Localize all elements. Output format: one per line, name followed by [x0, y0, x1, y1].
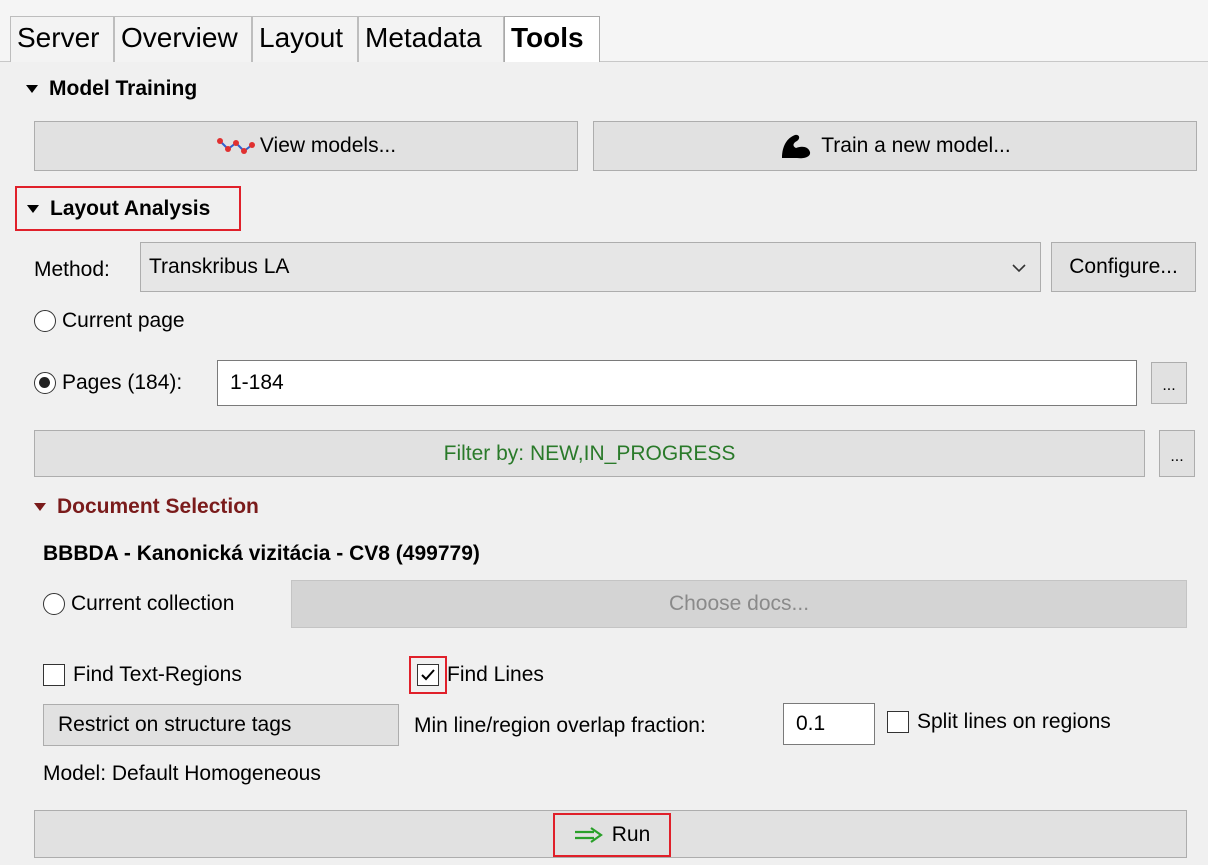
- current-collection-label: Current collection: [71, 592, 235, 615]
- tab-server[interactable]: Server: [10, 16, 114, 62]
- run-button[interactable]: Run: [553, 813, 671, 857]
- find-lines-option[interactable]: Find Lines: [417, 661, 544, 689]
- method-select[interactable]: Transkribus LA: [140, 242, 1041, 292]
- split-lines-label: Split lines on regions: [917, 710, 1111, 733]
- filter-more-label: ...: [1170, 448, 1184, 465]
- tab-overview[interactable]: Overview: [114, 16, 252, 62]
- current-collection-option[interactable]: Current collection: [43, 590, 234, 618]
- layout-analysis-title: Layout Analysis: [50, 196, 211, 220]
- checkmark-icon: [421, 669, 435, 681]
- find-text-regions-label: Find Text-Regions: [73, 663, 242, 686]
- restrict-structure-tags-button[interactable]: Restrict on structure tags: [43, 704, 399, 746]
- collapse-triangle-icon: [27, 204, 39, 213]
- collapse-triangle-icon: [34, 503, 46, 511]
- document-selection-title: Document Selection: [57, 495, 259, 518]
- method-select-value: Transkribus LA: [149, 255, 290, 278]
- layout-analysis-header[interactable]: Layout Analysis: [15, 186, 241, 231]
- pages-input[interactable]: 1-184: [217, 360, 1137, 406]
- find-lines-checkbox[interactable]: [417, 664, 439, 686]
- find-text-regions-checkbox[interactable]: [43, 664, 65, 686]
- model-label: Model: Default Homogeneous: [43, 762, 321, 785]
- overlap-input-value: 0.1: [796, 712, 826, 735]
- filter-button[interactable]: Filter by: NEW,IN_PROGRESS: [34, 430, 1145, 477]
- tab-tools[interactable]: Tools: [504, 16, 600, 62]
- network-graph-icon: [216, 138, 255, 154]
- find-lines-label: Find Lines: [447, 663, 544, 686]
- train-new-model-label: Train a new model...: [821, 134, 1011, 157]
- collapse-triangle-icon: [26, 85, 38, 93]
- train-new-model-button[interactable]: Train a new model...: [593, 121, 1197, 171]
- view-models-button[interactable]: View models...: [34, 121, 578, 171]
- document-selection-header[interactable]: Document Selection: [34, 492, 259, 522]
- overlap-input[interactable]: 0.1: [783, 703, 875, 745]
- document-title: BBBDA - Kanonická vizitácia - CV8 (49977…: [43, 542, 480, 565]
- find-text-regions-option[interactable]: Find Text-Regions: [43, 661, 242, 689]
- pages-label: Pages (184):: [62, 371, 183, 394]
- chevron-down-icon: [1012, 264, 1026, 273]
- tab-metadata[interactable]: Metadata: [358, 16, 504, 62]
- arrow-right-icon: [574, 827, 603, 843]
- model-training-title: Model Training: [49, 77, 198, 100]
- pages-option[interactable]: Pages (184):: [34, 369, 182, 397]
- restrict-structure-tags-label: Restrict on structure tags: [58, 713, 292, 736]
- current-collection-radio[interactable]: [43, 593, 65, 615]
- current-page-label: Current page: [62, 309, 185, 332]
- filter-more-button[interactable]: ...: [1159, 430, 1195, 477]
- filter-label: Filter by: NEW,IN_PROGRESS: [443, 441, 736, 465]
- model-training-header[interactable]: Model Training: [26, 74, 197, 104]
- split-lines-checkbox[interactable]: [887, 711, 909, 733]
- overlap-label: Min line/region overlap fraction:: [414, 714, 706, 737]
- pages-radio[interactable]: [34, 372, 56, 394]
- current-page-radio[interactable]: [34, 310, 56, 332]
- pages-more-button[interactable]: ...: [1151, 362, 1187, 404]
- choose-docs-label: Choose docs...: [668, 592, 810, 615]
- configure-button[interactable]: Configure...: [1051, 242, 1196, 292]
- tab-layout[interactable]: Layout: [252, 16, 358, 62]
- pages-input-value: 1-184: [230, 371, 284, 394]
- run-label: Run: [611, 823, 651, 846]
- configure-label: Configure...: [1069, 255, 1178, 278]
- pages-more-label: ...: [1162, 377, 1176, 394]
- method-label: Method:: [34, 258, 110, 281]
- tab-bar: Server Overview Layout Metadata Tools: [0, 0, 1208, 62]
- view-models-label: View models...: [259, 134, 397, 157]
- current-page-option[interactable]: Current page: [34, 307, 185, 335]
- split-lines-option[interactable]: Split lines on regions: [887, 708, 1111, 736]
- choose-docs-button[interactable]: Choose docs...: [291, 580, 1187, 628]
- flexed-arm-icon: [782, 134, 811, 159]
